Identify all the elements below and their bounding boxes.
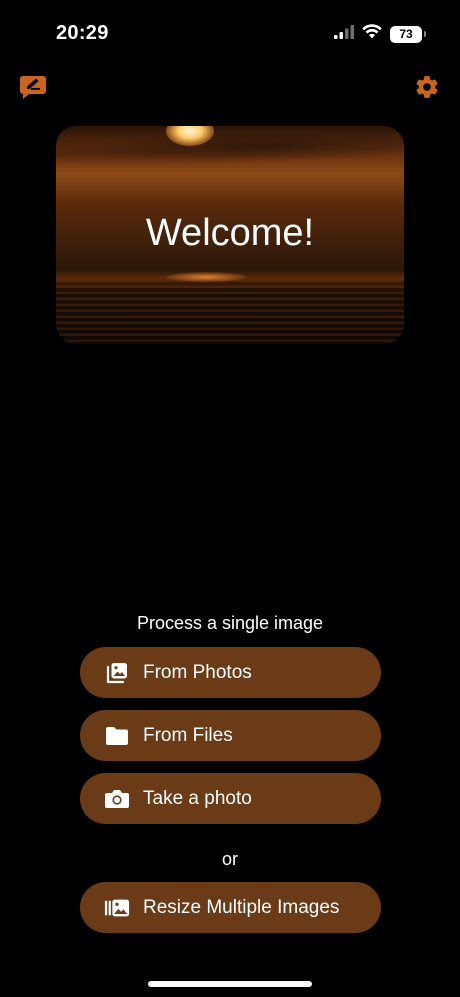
welcome-title: Welcome!	[145, 212, 315, 254]
resize-multiple-label: Resize Multiple Images	[143, 896, 340, 918]
banner-water	[56, 282, 404, 344]
or-divider: or	[221, 849, 238, 869]
banner-clouds	[56, 134, 404, 164]
wifi-icon	[362, 24, 382, 44]
from-photos-button[interactable]: From Photos	[80, 647, 381, 698]
photo-library-icon	[104, 660, 130, 686]
take-photo-label: Take a photo	[143, 787, 252, 809]
edit-icon	[19, 74, 47, 105]
settings-button[interactable]	[412, 74, 442, 104]
battery-level: 73	[399, 27, 413, 41]
status-bar: 20:29 73	[0, 0, 460, 64]
app-screen: 20:29 73 Welcome! Process a single image…	[0, 0, 460, 997]
camera-icon	[104, 786, 130, 812]
multiple-images-icon	[104, 895, 130, 921]
home-indicator[interactable]	[148, 981, 312, 987]
folder-icon	[104, 723, 130, 749]
resize-multiple-button[interactable]: Resize Multiple Images	[80, 882, 381, 933]
from-photos-label: From Photos	[143, 661, 252, 683]
from-files-label: From Files	[143, 724, 233, 746]
status-time: 20:29	[56, 22, 109, 44]
take-photo-button[interactable]: Take a photo	[80, 773, 381, 824]
cellular-signal-icon	[334, 24, 354, 44]
single-image-label: Process a single image	[136, 613, 324, 633]
status-icons: 73	[334, 24, 426, 44]
battery-icon: 73	[390, 25, 426, 43]
from-files-button[interactable]: From Files	[80, 710, 381, 761]
gear-icon	[414, 74, 440, 105]
edit-button[interactable]	[18, 74, 48, 104]
banner-sun-reflection	[166, 272, 246, 282]
welcome-banner: Welcome!	[56, 126, 404, 344]
